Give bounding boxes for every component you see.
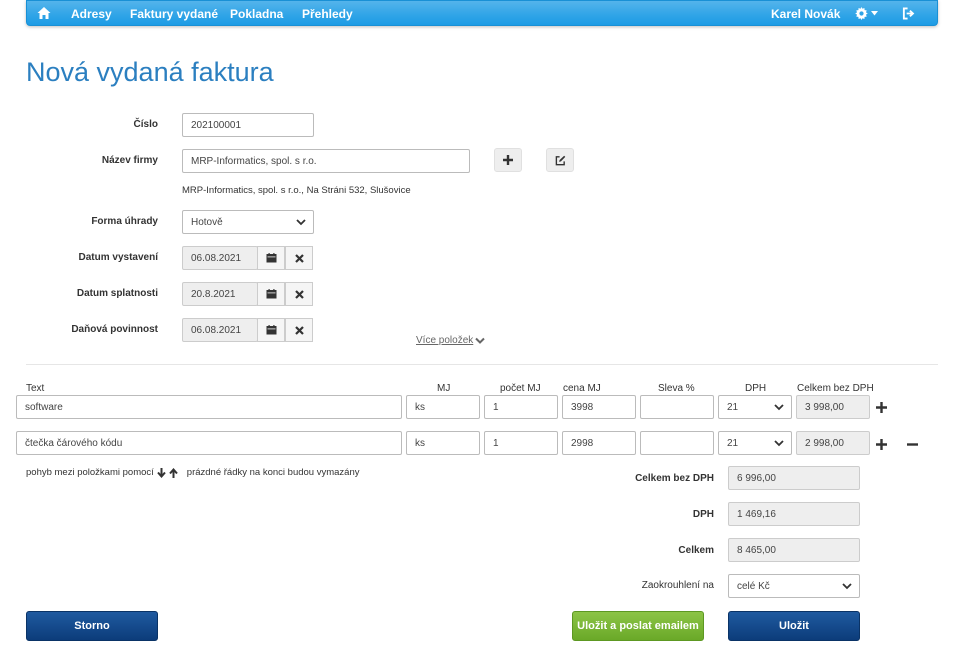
more-items-label: Více položek [416, 335, 474, 346]
issue-date-input[interactable]: 06.08.2021 [182, 246, 258, 270]
nav-item-faktury-vydane[interactable]: Faktury vydané [130, 7, 218, 21]
item-vat-select[interactable]: 21 [718, 431, 792, 455]
section-divider [26, 364, 938, 365]
issue-date-calendar-button[interactable] [257, 246, 285, 270]
home-icon[interactable] [37, 6, 51, 20]
vat-total-field: 1 469,16 [728, 502, 860, 526]
rounding-value: celé Kč [737, 580, 770, 592]
datum-vystaveni-label: Datum vystavení [78, 252, 158, 263]
item-total-field: 2 998,00 [796, 431, 870, 455]
nav-item-adresy[interactable]: Adresy [71, 7, 112, 21]
col-header-dph: DPH [745, 383, 767, 394]
total-without-vat-label: Celkem bez DPH [635, 473, 714, 484]
forma-uhrady-label: Forma úhrady [91, 216, 158, 227]
plus-icon [875, 438, 887, 450]
total-without-vat-field: 6 996,00 [728, 466, 860, 490]
cislo-input[interactable]: 202100001 [182, 113, 314, 137]
issue-date-clear-button[interactable] [285, 246, 313, 270]
close-icon [294, 289, 304, 299]
chevron-down-icon [842, 583, 852, 590]
tax-date-calendar-button[interactable] [257, 318, 285, 342]
due-date-clear-button[interactable] [285, 282, 313, 306]
item-text-input[interactable]: software [16, 395, 402, 419]
chevron-down-icon [774, 440, 784, 447]
more-items-link[interactable]: Více položek [416, 335, 485, 346]
edit-company-button[interactable] [546, 148, 574, 172]
hint-text-empty-rows: prázdné řádky na konci budou vymazány [186, 467, 360, 478]
tax-date-input[interactable]: 06.08.2021 [182, 318, 258, 342]
cislo-label: Číslo [133, 119, 158, 130]
company-address: MRP-Informatics, spol. s r.o., Na Stráni… [182, 185, 411, 196]
plus-icon [875, 401, 887, 413]
payment-method-value: Hotově [191, 216, 223, 228]
cancel-button[interactable]: Storno [26, 611, 158, 641]
rounding-select[interactable]: celé Kč [728, 574, 860, 598]
item-quantity-input[interactable]: 1 [484, 395, 558, 419]
col-header-text: Text [26, 383, 45, 394]
chevron-down-icon [774, 404, 784, 411]
grand-total-field: 8 465,00 [728, 538, 860, 562]
company-name-input[interactable]: MRP-Informatics, spol. s r.o. [182, 149, 470, 173]
item-price-input[interactable]: 3998 [562, 395, 636, 419]
due-date-calendar-button[interactable] [257, 282, 285, 306]
col-header-pocet-mj: počet MJ [500, 383, 541, 394]
payment-method-select[interactable]: Hotově [182, 210, 314, 234]
vat-total-label: DPH [692, 509, 714, 520]
add-row-button[interactable] [873, 436, 889, 452]
save-and-email-button[interactable]: Uložit a poslat emailem [572, 611, 704, 641]
datum-splatnosti-label: Datum splatnosti [76, 288, 158, 299]
item-quantity-input[interactable]: 1 [484, 431, 558, 455]
col-header-mj: MJ [437, 383, 451, 394]
close-icon [294, 325, 304, 335]
col-header-cena-mj: cena MJ [563, 383, 601, 394]
remove-row-button[interactable] [904, 436, 920, 452]
calendar-icon [266, 289, 276, 299]
item-discount-input[interactable] [640, 431, 714, 455]
arrow-up-icon [169, 467, 178, 478]
calendar-icon [266, 325, 276, 335]
chevron-down-icon [296, 219, 306, 226]
grand-total-label: Celkem [678, 545, 714, 556]
item-price-input[interactable]: 2998 [562, 431, 636, 455]
item-mj-input[interactable]: ks [406, 395, 480, 419]
calendar-icon [266, 253, 276, 263]
item-total-field: 3 998,00 [796, 395, 870, 419]
item-vat-value: 21 [727, 437, 739, 449]
col-header-sleva: Sleva % [658, 383, 695, 394]
caret-down-icon [871, 11, 878, 16]
item-vat-select[interactable]: 21 [718, 395, 792, 419]
arrow-down-icon [157, 467, 166, 478]
item-mj-input[interactable]: ks [406, 431, 480, 455]
chevron-down-icon [475, 337, 485, 344]
item-discount-input[interactable] [640, 395, 714, 419]
due-date-input[interactable]: 20.8.2021 [182, 282, 258, 306]
item-vat-value: 21 [727, 401, 739, 413]
navigation-hint: pohyb mezi položkami pomocí prázdné řádk… [26, 467, 359, 478]
minus-icon [906, 442, 918, 446]
user-name-link[interactable]: Karel Novák [771, 7, 840, 21]
danova-povinnost-label: Daňová povinnost [71, 324, 158, 335]
save-button[interactable]: Uložit [728, 611, 860, 641]
nav-item-pokladna[interactable]: Pokladna [230, 7, 283, 21]
col-header-celkem-bez-dph: Celkem bez DPH [797, 383, 874, 394]
hint-text-navigation: pohyb mezi položkami pomocí [26, 467, 154, 478]
logout-icon[interactable] [902, 7, 915, 20]
plus-icon [503, 155, 513, 165]
top-navbar: Adresy Faktury vydané Pokladna Přehledy … [26, 0, 938, 26]
nazev-firmy-label: Název firmy [101, 155, 158, 166]
settings-dropdown[interactable] [855, 7, 878, 20]
rounding-label: Zaokrouhlení na [641, 580, 714, 591]
page-title: Nová vydaná faktura [26, 57, 274, 87]
add-company-button[interactable] [494, 148, 522, 172]
tax-date-clear-button[interactable] [285, 318, 313, 342]
edit-icon [555, 155, 565, 165]
item-text-input[interactable]: čtečka čárového kódu [16, 431, 402, 455]
close-icon [294, 253, 304, 263]
nav-item-prehledy[interactable]: Přehledy [302, 7, 353, 21]
add-row-button[interactable] [873, 399, 889, 415]
gear-icon [855, 7, 868, 20]
